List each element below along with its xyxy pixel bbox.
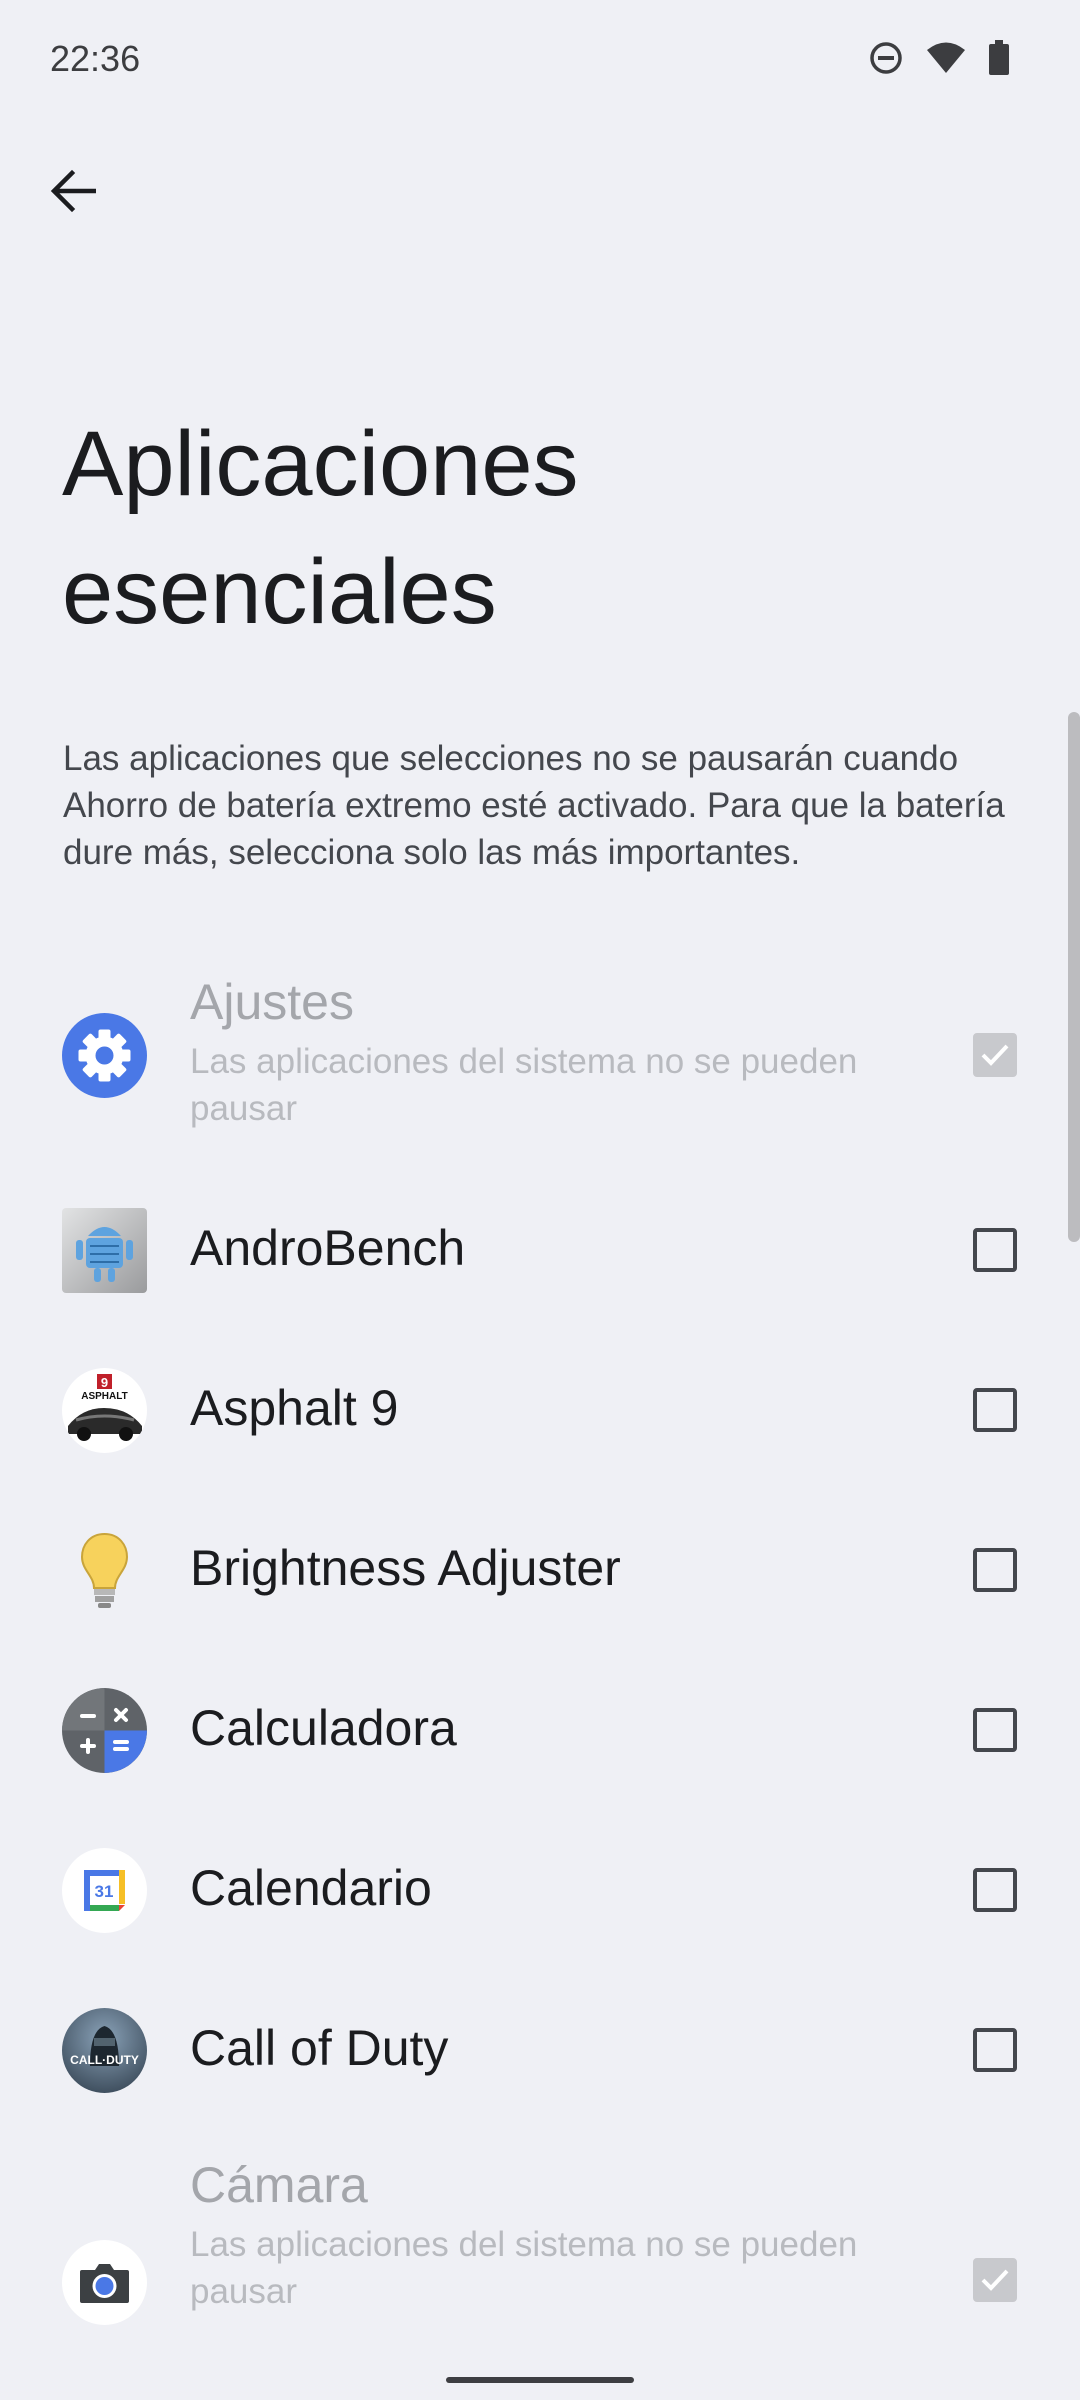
app-name: Calculadora bbox=[190, 1700, 457, 1756]
status-icons bbox=[868, 40, 1010, 81]
app-name: Cámara bbox=[190, 2157, 368, 2213]
camera-icon bbox=[62, 2240, 147, 2325]
app-name: Brightness Adjuster bbox=[190, 1540, 621, 1596]
app-text: Ajustes Las aplicaciones del sistema no … bbox=[190, 972, 920, 1132]
lightbulb-icon bbox=[62, 1528, 147, 1613]
app-name: Calendario bbox=[190, 1860, 432, 1916]
app-name: Call of Duty bbox=[190, 2020, 449, 2076]
app-text: Brightness Adjuster bbox=[190, 1538, 920, 1598]
app-text: Call of Duty bbox=[190, 2018, 920, 2078]
battery-icon bbox=[988, 40, 1010, 81]
back-button[interactable] bbox=[40, 160, 106, 226]
status-bar: 22:36 bbox=[0, 0, 1080, 125]
app-checkbox[interactable] bbox=[973, 1228, 1017, 1272]
app-checkbox[interactable] bbox=[973, 1388, 1017, 1432]
app-text: Cámara Las aplicaciones del sistema no s… bbox=[190, 2155, 920, 2315]
wifi-icon bbox=[926, 41, 966, 80]
svg-text:9: 9 bbox=[101, 1375, 108, 1390]
androbench-icon bbox=[62, 1208, 147, 1293]
app-checkbox[interactable] bbox=[973, 2028, 1017, 2072]
app-text: Calendario bbox=[190, 1858, 920, 1918]
calculator-icon bbox=[62, 1688, 147, 1773]
call-of-duty-icon: CALL·DUTY bbox=[62, 2008, 147, 2093]
page-description: Las aplicaciones que selecciones no se p… bbox=[63, 739, 1005, 872]
calendar-icon: 31 bbox=[62, 1848, 147, 1933]
settings-gear-icon bbox=[62, 1013, 147, 1098]
asphalt-9-icon: 9 ASPHALT bbox=[62, 1368, 147, 1453]
app-row-camara[interactable]: Cámara Las aplicaciones del sistema no s… bbox=[0, 2130, 1060, 2350]
app-row-call-of-duty[interactable]: CALL·DUTY Call of Duty bbox=[0, 1970, 1060, 2130]
app-row-calendario[interactable]: 31 Calendario bbox=[0, 1810, 1060, 1970]
app-subtitle: Las aplicaciones del sistema no se puede… bbox=[190, 1042, 858, 1128]
scrollbar[interactable] bbox=[1068, 712, 1080, 1242]
app-text: Asphalt 9 bbox=[190, 1378, 920, 1438]
app-text: AndroBench bbox=[190, 1218, 920, 1278]
app-checkbox[interactable] bbox=[973, 1033, 1017, 1077]
app-name: Ajustes bbox=[190, 974, 354, 1030]
app-row-calculadora[interactable]: Calculadora bbox=[0, 1650, 1060, 1810]
page-title: Aplicaciones esenciales bbox=[62, 413, 579, 643]
app-row-androbench[interactable]: AndroBench bbox=[0, 1170, 1060, 1330]
arrow-back-icon bbox=[50, 168, 97, 219]
app-row-ajustes[interactable]: Ajustes Las aplicaciones del sistema no … bbox=[0, 950, 1060, 1160]
calendar-icon-text: 31 bbox=[95, 1882, 114, 1901]
do-not-disturb-icon bbox=[868, 40, 904, 81]
app-checkbox[interactable] bbox=[973, 1868, 1017, 1912]
app-checkbox[interactable] bbox=[973, 1548, 1017, 1592]
app-row-asphalt-9[interactable]: 9 ASPHALT Asphalt 9 bbox=[0, 1330, 1060, 1490]
status-time: 22:36 bbox=[50, 38, 141, 79]
app-subtitle: Las aplicaciones del sistema no se puede… bbox=[190, 2225, 858, 2311]
app-checkbox[interactable] bbox=[973, 2258, 1017, 2302]
asphalt-icon-text: ASPHALT bbox=[81, 1391, 127, 1402]
app-name: AndroBench bbox=[190, 1220, 466, 1276]
app-text: Calculadora bbox=[190, 1698, 920, 1758]
cod-icon-text: CALL·DUTY bbox=[70, 2053, 139, 2067]
app-row-brightness-adjuster[interactable]: Brightness Adjuster bbox=[0, 1490, 1060, 1650]
navigation-handle[interactable] bbox=[446, 2377, 634, 2383]
app-checkbox[interactable] bbox=[973, 1708, 1017, 1752]
app-name: Asphalt 9 bbox=[190, 1380, 399, 1436]
